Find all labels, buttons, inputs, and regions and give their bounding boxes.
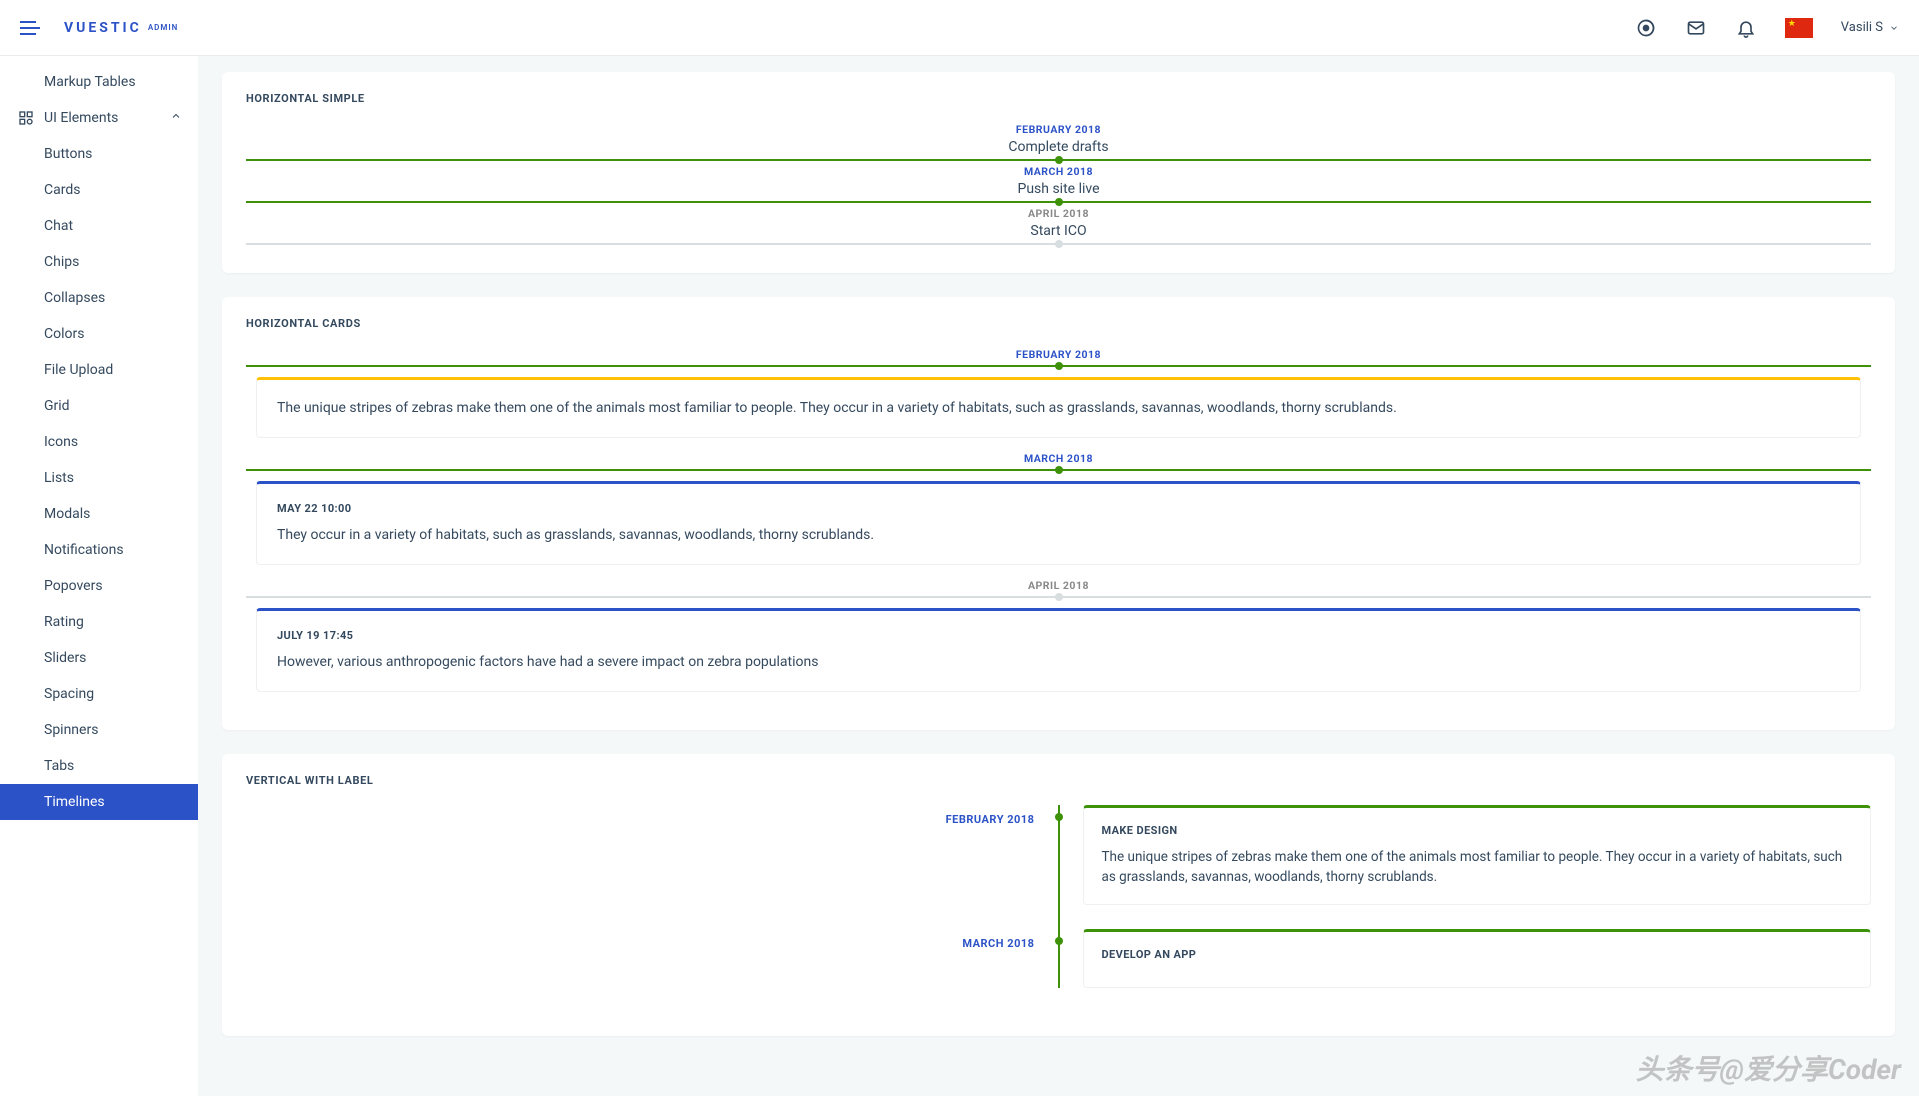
timeline-card-body: The unique stripes of zebras make them o… xyxy=(277,398,1840,419)
grid-icon xyxy=(18,110,34,126)
timeline-item: FEBRUARY 2018 Complete drafts xyxy=(246,123,1871,161)
card-vertical-with-label: VERTICAL WITH LABEL FEBRUARY 2018 MAKE DE… xyxy=(222,754,1895,1036)
sidebar-item-rating[interactable]: Rating xyxy=(0,604,198,640)
timeline-row: FEBRUARY 2018 MAKE DESIGN The unique strip… xyxy=(246,805,1871,905)
user-name: Vasili S xyxy=(1841,20,1883,35)
sidebar-item-timelines[interactable]: Timelines xyxy=(0,784,198,820)
timeline-date: APRIL 2018 xyxy=(246,207,1871,220)
sidebar-item-cards[interactable]: Cards xyxy=(0,172,198,208)
timeline-right: MAKE DESIGN The unique stripes of zebras … xyxy=(1059,805,1872,905)
timeline-card-title: MAKE DESIGN xyxy=(1102,824,1853,837)
language-flag-icon[interactable] xyxy=(1785,18,1813,38)
timeline-item: APRIL 2018 Start ICO xyxy=(246,207,1871,245)
timeline-date: MARCH 2018 xyxy=(962,937,1034,950)
timeline-text: Push site live xyxy=(246,181,1871,197)
timeline-date: MARCH 2018 xyxy=(246,452,1871,465)
main-content: HORIZONTAL SIMPLE FEBRUARY 2018 Complete … xyxy=(198,56,1919,1096)
timeline-card-title: DEVELOP AN APP xyxy=(1102,948,1853,961)
timeline-card-item: MARCH 2018 MAY 22 10:00 They occur in a va… xyxy=(246,452,1871,565)
timeline-date: FEBRUARY 2018 xyxy=(246,123,1871,136)
timeline-right: DEVELOP AN APP xyxy=(1059,929,1872,988)
timeline-card-subtitle: MAY 22 10:00 xyxy=(277,502,1840,515)
timeline-date: MARCH 2018 xyxy=(246,165,1871,178)
timeline-card: MAKE DESIGN The unique stripes of zebras … xyxy=(1083,805,1872,905)
mail-icon[interactable] xyxy=(1685,17,1707,39)
timeline-card: The unique stripes of zebras make them o… xyxy=(256,377,1861,438)
timeline-card: MAY 22 10:00 They occur in a variety of h… xyxy=(256,481,1861,565)
sidebar-item-buttons[interactable]: Buttons xyxy=(0,136,198,172)
timeline-card-body: They occur in a variety of habitats, suc… xyxy=(277,525,1840,546)
sidebar-group-label: UI Elements xyxy=(44,110,118,126)
timeline-text: Start ICO xyxy=(246,223,1871,239)
sidebar-item-grid[interactable]: Grid xyxy=(0,388,198,424)
sidebar-item-icons[interactable]: Icons xyxy=(0,424,198,460)
theme-icon[interactable] xyxy=(1635,17,1657,39)
bell-icon[interactable] xyxy=(1735,17,1757,39)
sidebar-item-markup-tables[interactable]: Markup Tables xyxy=(0,64,198,100)
timeline-text: Complete drafts xyxy=(246,139,1871,155)
chevron-down-icon xyxy=(1889,23,1899,33)
timeline-date: FEBRUARY 2018 xyxy=(246,348,1871,361)
timeline-card-item: APRIL 2018 JULY 19 17:45 However, various … xyxy=(246,579,1871,692)
sidebar-item-file-upload[interactable]: File Upload xyxy=(0,352,198,388)
header: VUESTIC ADMIN Vasili S xyxy=(0,0,1919,56)
sidebar-item-tabs[interactable]: Tabs xyxy=(0,748,198,784)
timeline-card-body: The unique stripes of zebras make them o… xyxy=(1102,847,1853,888)
timeline-row: MARCH 2018 DEVELOP AN APP xyxy=(246,929,1871,988)
sidebar-item-modals[interactable]: Modals xyxy=(0,496,198,532)
timeline-left: MARCH 2018 xyxy=(246,929,1059,951)
timeline-line xyxy=(246,469,1871,471)
timeline-line xyxy=(246,365,1871,367)
sidebar-item-sliders[interactable]: Sliders xyxy=(0,640,198,676)
logo-subtext: ADMIN xyxy=(148,23,179,32)
sidebar-item-spacing[interactable]: Spacing xyxy=(0,676,198,712)
timeline-line xyxy=(246,596,1871,598)
menu-toggle-icon[interactable] xyxy=(20,16,44,40)
timeline-date: APRIL 2018 xyxy=(246,579,1871,592)
logo-text: VUESTIC xyxy=(64,20,142,36)
sidebar-item-popovers[interactable]: Popovers xyxy=(0,568,198,604)
timeline-line xyxy=(246,159,1871,161)
timeline-card: JULY 19 17:45 However, various anthropoge… xyxy=(256,608,1861,692)
chevron-up-icon xyxy=(170,110,182,126)
user-menu[interactable]: Vasili S xyxy=(1841,20,1899,35)
timeline-item: MARCH 2018 Push site live xyxy=(246,165,1871,203)
timeline-card-body: However, various anthropogenic factors h… xyxy=(277,652,1840,673)
sidebar-item-collapses[interactable]: Collapses xyxy=(0,280,198,316)
timeline-card: DEVELOP AN APP xyxy=(1083,929,1872,988)
logo[interactable]: VUESTIC ADMIN xyxy=(64,20,178,36)
sidebar-item-chat[interactable]: Chat xyxy=(0,208,198,244)
timeline-date: FEBRUARY 2018 xyxy=(946,813,1035,826)
sidebar: Markup Tables UI Elements ButtonsCardsCh… xyxy=(0,56,198,1096)
timeline-dot xyxy=(1055,937,1063,945)
timeline-line xyxy=(246,243,1871,245)
sidebar-item-lists[interactable]: Lists xyxy=(0,460,198,496)
card-title: HORIZONTAL SIMPLE xyxy=(246,92,1871,105)
card-title: HORIZONTAL CARDS xyxy=(246,317,1871,330)
card-horizontal-simple: HORIZONTAL SIMPLE FEBRUARY 2018 Complete … xyxy=(222,72,1895,273)
timeline-line xyxy=(246,201,1871,203)
sidebar-item-spinners[interactable]: Spinners xyxy=(0,712,198,748)
card-title: VERTICAL WITH LABEL xyxy=(246,774,1871,787)
timeline-dot xyxy=(1055,813,1063,821)
header-actions: Vasili S xyxy=(1635,17,1899,39)
timeline-card-subtitle: JULY 19 17:45 xyxy=(277,629,1840,642)
sidebar-item-notifications[interactable]: Notifications xyxy=(0,532,198,568)
sidebar-item-chips[interactable]: Chips xyxy=(0,244,198,280)
timeline-left: FEBRUARY 2018 xyxy=(246,805,1059,827)
card-horizontal-cards: HORIZONTAL CARDS FEBRUARY 2018 The unique… xyxy=(222,297,1895,730)
sidebar-group-ui-elements[interactable]: UI Elements xyxy=(0,100,198,136)
sidebar-item-colors[interactable]: Colors xyxy=(0,316,198,352)
timeline-card-item: FEBRUARY 2018 The unique stripes of zebra… xyxy=(246,348,1871,438)
